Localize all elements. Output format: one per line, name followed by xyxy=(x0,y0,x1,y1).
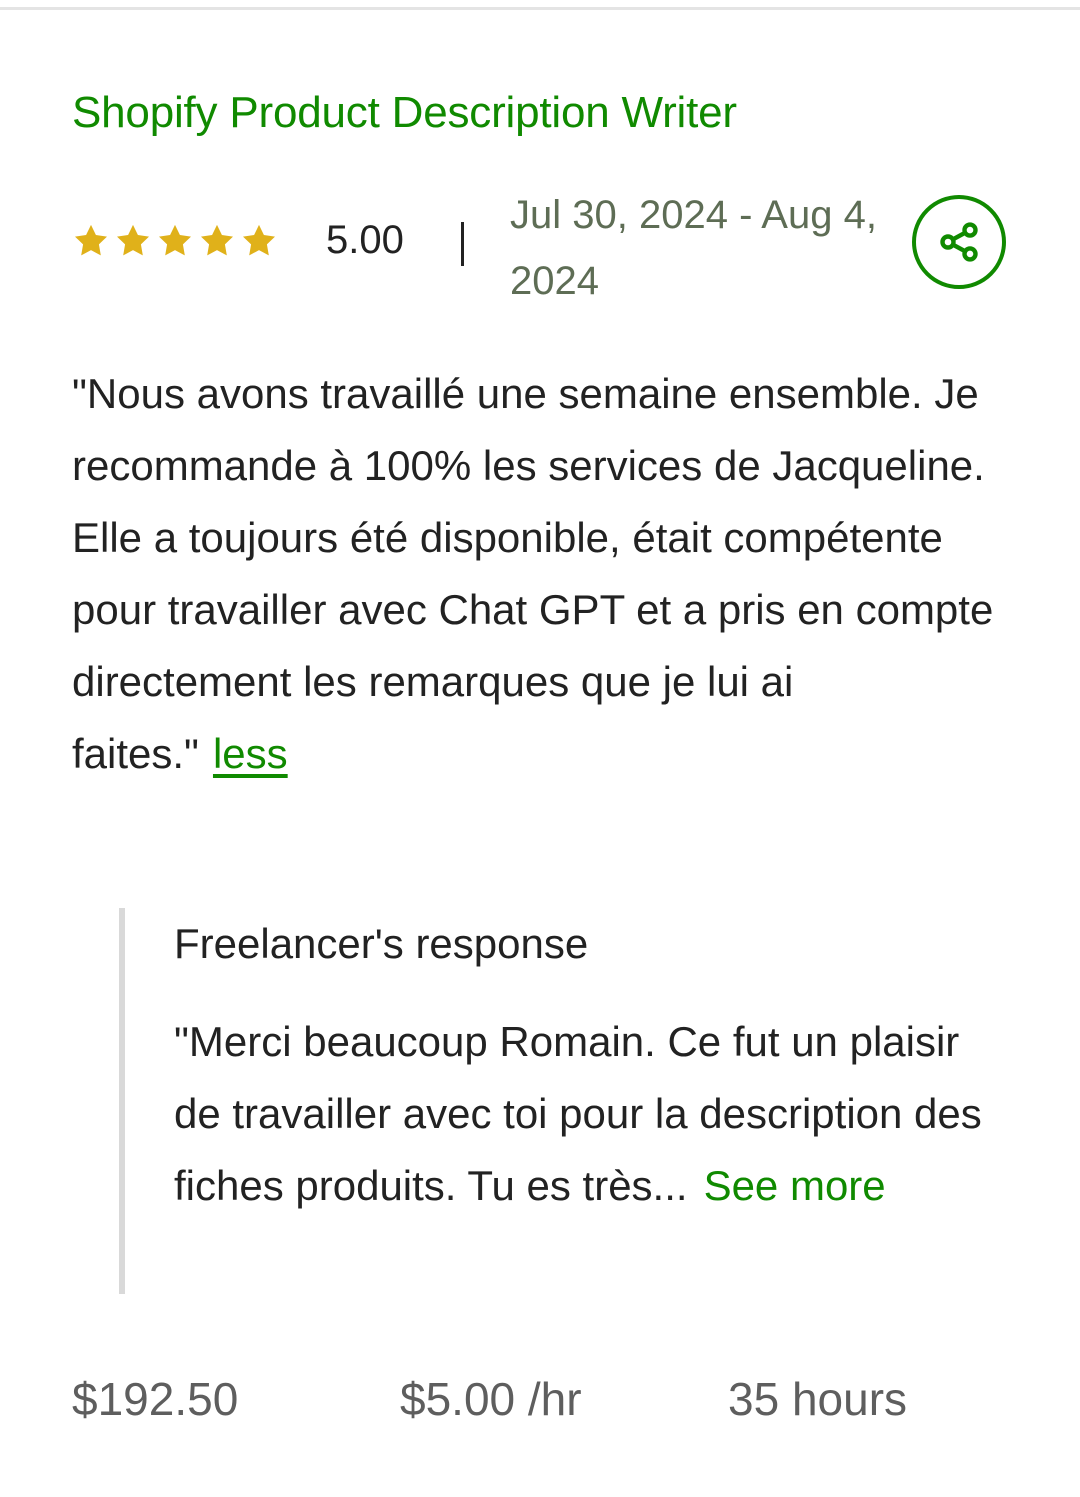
contract-date-range: Jul 30, 2024 - Aug 4, 2024 xyxy=(510,193,877,303)
freelancer-response: Freelancer's response "Merci beaucoup Ro… xyxy=(119,908,1005,1294)
see-more-link[interactable]: See more xyxy=(704,1162,886,1209)
rating-value: 5.00 xyxy=(326,218,404,262)
freelancer-response-body: "Merci beaucoup Romain. Ce fut un plaisi… xyxy=(174,1006,994,1222)
star-icon xyxy=(201,224,233,256)
hours-worked: 35 hours xyxy=(728,1373,908,1425)
freelancer-response-heading: Freelancer's response xyxy=(174,920,589,967)
star-icon xyxy=(117,224,149,256)
share-icon xyxy=(940,222,978,262)
star-icon xyxy=(75,224,107,256)
top-divider xyxy=(0,0,1080,10)
hourly-rate: $5.00 /hr xyxy=(400,1373,582,1425)
total-earned: $192.50 xyxy=(72,1373,239,1425)
vertical-divider xyxy=(461,222,464,266)
client-review: "Nous avons travaillé une semaine ensemb… xyxy=(72,358,1002,790)
star-rating xyxy=(72,222,278,262)
share-button[interactable] xyxy=(912,195,1006,289)
less-link[interactable]: less xyxy=(213,730,288,777)
star-icon xyxy=(159,224,191,256)
star-icon xyxy=(243,224,275,256)
job-title[interactable]: Shopify Product Description Writer xyxy=(72,88,737,138)
review-text: "Nous avons travaillé une semaine ensemb… xyxy=(72,370,994,777)
rating-row: 5.00 Jul 30, 2024 - Aug 4, 2024 xyxy=(72,180,1012,305)
contract-stats: $192.50 $5.00 /hr 35 hours xyxy=(72,1372,1012,1432)
